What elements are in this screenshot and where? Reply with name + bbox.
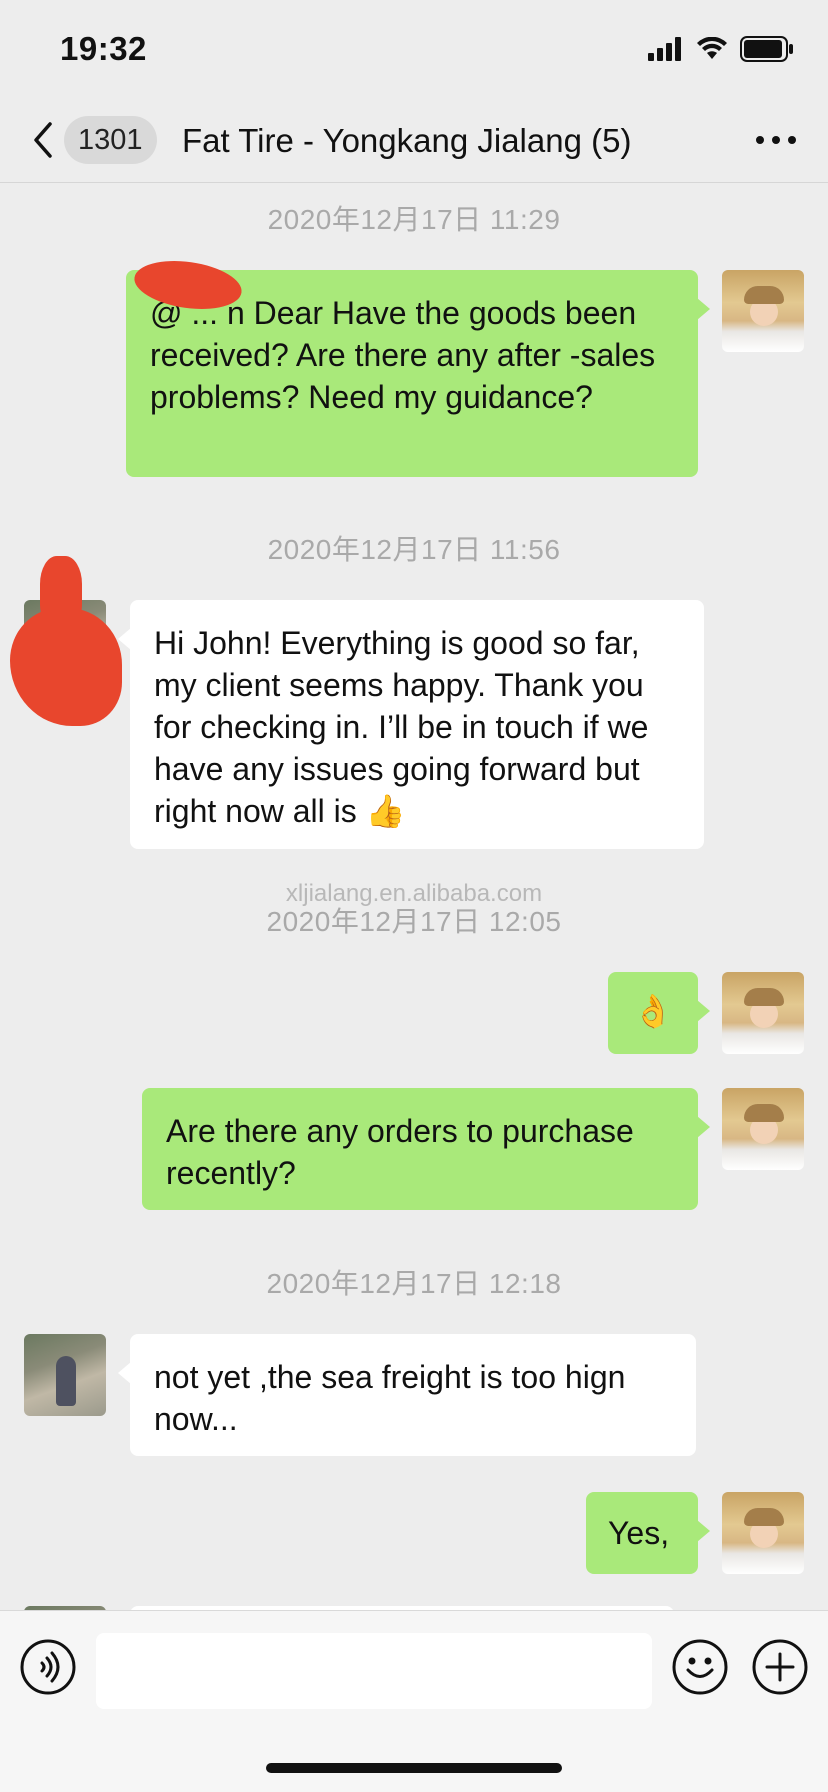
chat-header: 1301 Fat Tire - Yongkang Jialang (5): [0, 100, 828, 183]
chevron-left-icon[interactable]: [28, 120, 58, 160]
message-input[interactable]: [96, 1633, 652, 1709]
message-text: 👌: [633, 993, 673, 1029]
my-avatar[interactable]: [722, 1492, 804, 1574]
unread-count-badge[interactable]: 1301: [64, 116, 157, 164]
message-timestamp: 2020年12月17日 11:56: [267, 534, 561, 565]
message-text: Yes,: [608, 1515, 670, 1551]
status-icons: [648, 36, 794, 62]
voice-icon[interactable]: [20, 1639, 76, 1695]
contact-avatar[interactable]: [24, 1334, 106, 1416]
home-indicator[interactable]: [266, 1763, 562, 1773]
emoji-icon[interactable]: [672, 1639, 728, 1695]
wifi-icon: [697, 37, 727, 59]
chat-title[interactable]: Fat Tire - Yongkang Jialang (5): [182, 120, 631, 162]
message-text: Are there any orders to purchase recentl…: [166, 1113, 634, 1191]
outgoing-message[interactable]: Are there any orders to purchase recentl…: [142, 1088, 710, 1210]
message-text: @ ... n Dear Have the goods been receive…: [150, 295, 656, 415]
battery-icon: [740, 36, 793, 62]
status-time: 19:32: [60, 30, 147, 67]
status-bar: 19:32: [0, 0, 828, 100]
my-avatar[interactable]: [722, 270, 804, 352]
my-avatar[interactable]: [722, 972, 804, 1054]
message-text: Hi John! Everything is good so far, my c…: [154, 625, 649, 829]
outgoing-message[interactable]: 👌: [608, 972, 710, 1054]
incoming-message[interactable]: not yet ,the sea freight is too hign now…: [118, 1334, 696, 1456]
message-timestamp: 2020年12月17日 12:18: [266, 1268, 562, 1299]
plus-icon[interactable]: [752, 1639, 808, 1695]
cellular-signal-icon: [648, 37, 681, 61]
more-dots-icon[interactable]: [754, 130, 798, 150]
message-list[interactable]: 2020年12月17日 11:29 @ ... n Dear Have the …: [0, 184, 828, 1610]
my-avatar[interactable]: [722, 1088, 804, 1170]
redaction-mark: [40, 556, 82, 626]
message-timestamp: 2020年12月17日 12:05: [266, 906, 562, 937]
outgoing-message[interactable]: Yes,: [586, 1492, 710, 1574]
message-text: not yet ,the sea freight is too hign now…: [154, 1359, 626, 1437]
message-timestamp: 2020年12月17日 11:29: [267, 204, 561, 235]
incoming-message[interactable]: Hi John! Everything is good so far, my c…: [118, 600, 704, 849]
